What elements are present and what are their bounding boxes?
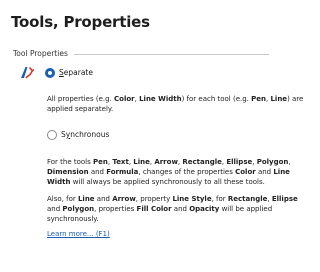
synchronous-radio[interactable] <box>47 130 57 140</box>
page-title: Tools, Properties <box>11 13 150 31</box>
pen-properties-icon <box>19 64 35 80</box>
learn-more-link[interactable]: Learn more... (F1) <box>47 229 110 239</box>
synchronous-description-extra: Also, for Line and Arrow, property Line … <box>47 195 298 223</box>
tool-properties-group-header: Tool Properties <box>13 48 269 60</box>
separate-radio[interactable] <box>45 68 55 78</box>
group-title: Tool Properties <box>13 49 68 58</box>
separate-radio-label[interactable]: Separate <box>59 67 93 78</box>
synchronous-description: For the tools Pen, Text, Line, Arrow, Re… <box>47 158 291 186</box>
group-divider <box>74 54 269 55</box>
separate-description: All properties (e.g. Color, Line Width) … <box>47 95 304 113</box>
synchronous-radio-label[interactable]: Synchronous <box>61 129 109 140</box>
